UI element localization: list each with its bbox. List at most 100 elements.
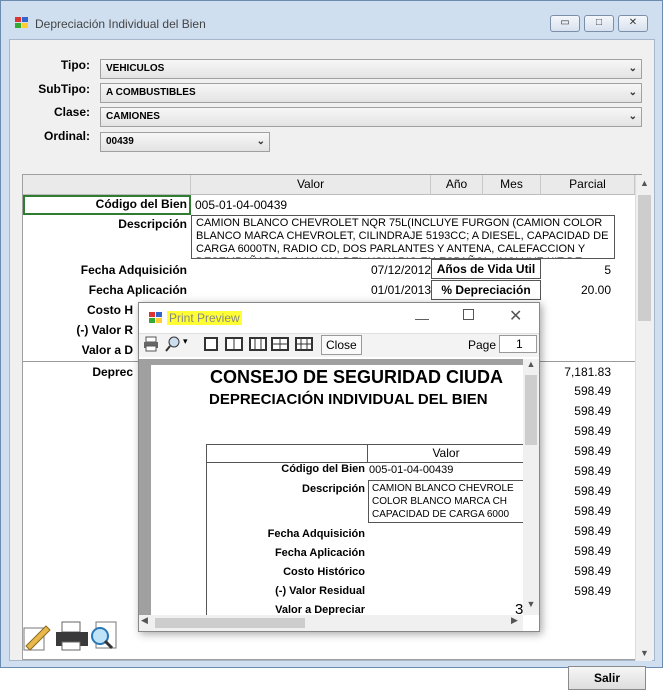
subtipo-select[interactable]: A COMBUSTIBLES ⌄: [100, 83, 642, 103]
subtipo-value: A COMBUSTIBLES: [106, 87, 196, 98]
report-valor-depreciar-label: Valor a Depreciar: [275, 604, 365, 615]
descripcion-value[interactable]: CAMION BLANCO CHEVROLET NQR 75L(INCLUYE …: [191, 215, 615, 259]
subtipo-label: SubTipo:: [38, 82, 90, 96]
valor-residual-label: (-) Valor R: [76, 323, 133, 337]
tipo-label: Tipo:: [60, 58, 90, 72]
chevron-down-icon: ⌄: [628, 111, 637, 122]
grid-header-valor: Valor: [191, 175, 431, 195]
report-col-valor: Valor: [432, 446, 460, 460]
four-pages-icon[interactable]: [271, 336, 289, 352]
close-icon: ✕: [628, 17, 638, 28]
report-page: CONSEJO DE SEGURIDAD CIUDA DEPRECIACIÓN …: [151, 365, 528, 615]
preview-hscroll-thumb[interactable]: [155, 618, 305, 628]
fecha-aplicacion-label: Fecha Aplicación: [88, 283, 187, 297]
report-subtitle: DEPRECIACIÓN INDIVIDUAL DEL BIEN: [209, 391, 488, 408]
print-preview-dialog: Print Preview — ✕ ▾ Close Page 1 CONSEJO…: [138, 302, 540, 632]
grid-header-blank: [23, 175, 191, 195]
pct-depreciacion-label: % Depreciación: [431, 280, 541, 300]
maximize-icon: □: [595, 17, 603, 28]
preview-vertical-scrollbar[interactable]: ▲ ▼: [523, 359, 539, 615]
zoom-icon[interactable]: [165, 336, 181, 352]
preview-scroll-down-icon[interactable]: ▼: [523, 599, 539, 613]
preview-close-icon[interactable]: ✕: [509, 306, 522, 326]
preview-horizontal-scrollbar[interactable]: ◀ ▶: [139, 615, 523, 631]
print-icon[interactable]: [143, 336, 159, 352]
fecha-aplicacion-value: 01/01/2013: [370, 283, 431, 297]
grid-vertical-scrollbar[interactable]: ▲ ▼: [635, 175, 652, 661]
report-descripcion-label: Descripción: [302, 483, 365, 495]
preview-scroll-left-icon[interactable]: ◀: [141, 615, 148, 626]
parcial-value: 598.49: [574, 564, 611, 578]
ordinal-label: Ordinal:: [43, 129, 90, 143]
preview-scroll-up-icon[interactable]: ▲: [523, 359, 539, 373]
maximize-button[interactable]: □: [584, 15, 614, 32]
chevron-down-icon: ⌄: [628, 87, 637, 98]
fecha-adquisicion-label: Fecha Adquisición: [80, 263, 187, 277]
costo-label: Costo H: [87, 303, 133, 317]
two-pages-icon[interactable]: [225, 336, 243, 352]
scroll-up-icon[interactable]: ▲: [636, 175, 653, 191]
title-bar: Depreciación Individual del Bien ▭ □ ✕: [1, 1, 662, 32]
page-label: Page: [468, 338, 497, 352]
depreciacion-label: Deprec: [92, 365, 133, 379]
tipo-value: VEHICULOS: [106, 63, 165, 74]
parcial-value: 598.49: [574, 544, 611, 558]
parcial-value: 598.49: [574, 464, 611, 478]
edit-document-icon[interactable]: [20, 622, 52, 652]
report-fecha-adq-label: Fecha Adquisición: [267, 528, 365, 540]
preview-app-icon: [149, 312, 162, 323]
page-number-input[interactable]: 1: [499, 335, 537, 353]
grid-header-ano: Año: [431, 175, 483, 195]
ordinal-select[interactable]: 00439 ⌄: [100, 132, 270, 152]
clase-value: CAMIONES: [106, 111, 160, 122]
codigo-value[interactable]: 005-01-04-00439: [195, 198, 287, 212]
scroll-thumb[interactable]: [638, 195, 651, 321]
preview-vscroll-thumb[interactable]: [525, 375, 537, 445]
parcial-value: 598.49: [574, 424, 611, 438]
zoom-dropdown-icon[interactable]: ▾: [183, 336, 188, 352]
anos-vida-value: 5: [604, 263, 611, 277]
codigo-label: Código del Bien: [95, 197, 187, 211]
parcial-value: 598.49: [574, 504, 611, 518]
parcial-value: 598.49: [574, 444, 611, 458]
report-title: CONSEJO DE SEGURIDAD CIUDA: [210, 367, 504, 387]
report-table-left: [206, 444, 207, 615]
preview-canvas: CONSEJO DE SEGURIDAD CIUDA DEPRECIACIÓN …: [139, 359, 539, 615]
parcial-value: 598.49: [574, 584, 611, 598]
chevron-down-icon: ⌄: [628, 63, 637, 74]
clase-select[interactable]: CAMIONES ⌄: [100, 107, 642, 127]
grid-header-mes: Mes: [483, 175, 541, 195]
six-pages-icon[interactable]: [295, 336, 313, 352]
preview-maximize-icon[interactable]: [463, 309, 474, 320]
close-button[interactable]: ✕: [618, 15, 648, 32]
minimize-button[interactable]: ▭: [550, 15, 580, 32]
grid-header-parcial: Parcial: [541, 175, 635, 195]
main-window: Depreciación Individual del Bien ▭ □ ✕ T…: [0, 0, 663, 690]
salir-button[interactable]: Salir: [568, 666, 646, 690]
fecha-adquisicion-value: 07/12/2012: [370, 263, 431, 277]
parcial-value: 598.49: [574, 404, 611, 418]
report-valor-residual-label: (-) Valor Residual: [275, 585, 365, 597]
report-costo-label: Costo Histórico: [283, 566, 365, 578]
app-icon: [15, 17, 28, 28]
three-pages-icon[interactable]: [249, 336, 267, 352]
preview-search-icon[interactable]: [88, 620, 120, 652]
ordinal-value: 00439: [106, 136, 134, 147]
chevron-down-icon: ⌄: [256, 136, 265, 147]
scroll-down-icon[interactable]: ▼: [636, 645, 653, 661]
minimize-icon: ▭: [560, 17, 570, 28]
preview-close-button[interactable]: Close: [321, 335, 362, 355]
preview-scroll-right-icon[interactable]: ▶: [511, 615, 518, 626]
parcial-value: 598.49: [574, 524, 611, 538]
parcial-value: 598.49: [574, 384, 611, 398]
one-page-icon[interactable]: [203, 336, 219, 352]
tipo-select[interactable]: VEHICULOS ⌄: [100, 59, 642, 79]
anos-vida-label: Años de Vida Util: [431, 259, 541, 279]
pct-depreciacion-value: 20.00: [580, 283, 611, 297]
printer-icon[interactable]: [54, 620, 90, 652]
preview-title: Print Preview: [167, 311, 242, 325]
preview-minimize-icon[interactable]: —: [415, 310, 429, 326]
report-codigo-label: Código del Bien: [281, 463, 365, 475]
report-fecha-apl-label: Fecha Aplicación: [274, 547, 365, 559]
valor-depreciar-label: Valor a D: [81, 343, 133, 357]
